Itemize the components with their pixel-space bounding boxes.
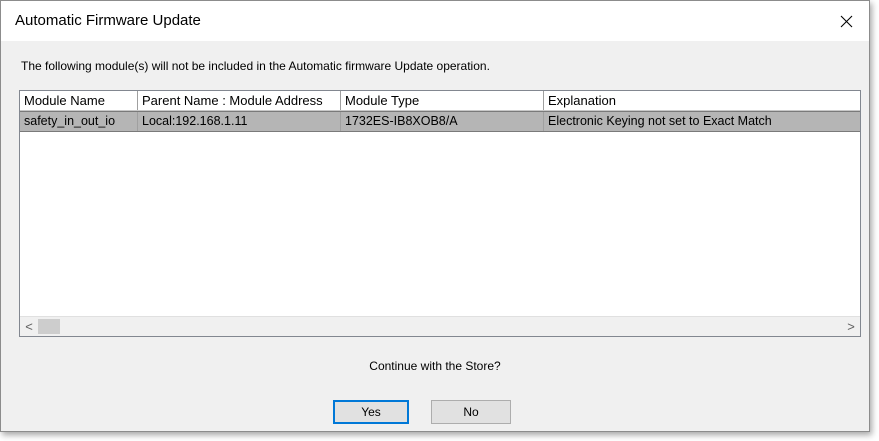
excluded-modules-list[interactable]: Module Name Parent Name : Module Address… <box>19 90 861 337</box>
table-row[interactable]: safety_in_out_io Local:192.168.1.11 1732… <box>20 111 860 132</box>
cell-module-type: 1732ES-IB8XOB8/A <box>341 112 544 131</box>
cell-module-name: safety_in_out_io <box>20 112 138 131</box>
list-header: Module Name Parent Name : Module Address… <box>20 91 860 111</box>
confirm-question: Continue with the Store? <box>369 359 501 373</box>
column-header-parent-name[interactable]: Parent Name : Module Address <box>138 91 341 110</box>
chevron-right-icon: > <box>847 319 855 334</box>
close-button[interactable] <box>823 1 869 41</box>
scroll-right-button[interactable]: > <box>842 317 860 336</box>
firmware-update-dialog: Automatic Firmware Update The following … <box>0 0 870 432</box>
yes-button[interactable]: Yes <box>333 400 409 424</box>
column-header-module-type[interactable]: Module Type <box>341 91 544 110</box>
scroll-left-button[interactable]: < <box>20 317 38 336</box>
close-icon <box>840 15 852 27</box>
cell-parent-address: Local:192.168.1.11 <box>138 112 341 131</box>
cell-explanation: Electronic Keying not set to Exact Match <box>548 114 772 128</box>
title-bar: Automatic Firmware Update <box>1 1 869 41</box>
info-message: The following module(s) will not be incl… <box>21 59 490 73</box>
column-header-module-name[interactable]: Module Name <box>20 91 138 110</box>
chevron-left-icon: < <box>25 319 33 334</box>
horizontal-scrollbar[interactable]: < > <box>20 316 860 336</box>
dialog-title: Automatic Firmware Update <box>15 12 201 29</box>
no-button[interactable]: No <box>431 400 511 424</box>
scroll-thumb[interactable] <box>38 319 60 334</box>
column-header-explanation[interactable]: Explanation <box>544 91 860 110</box>
